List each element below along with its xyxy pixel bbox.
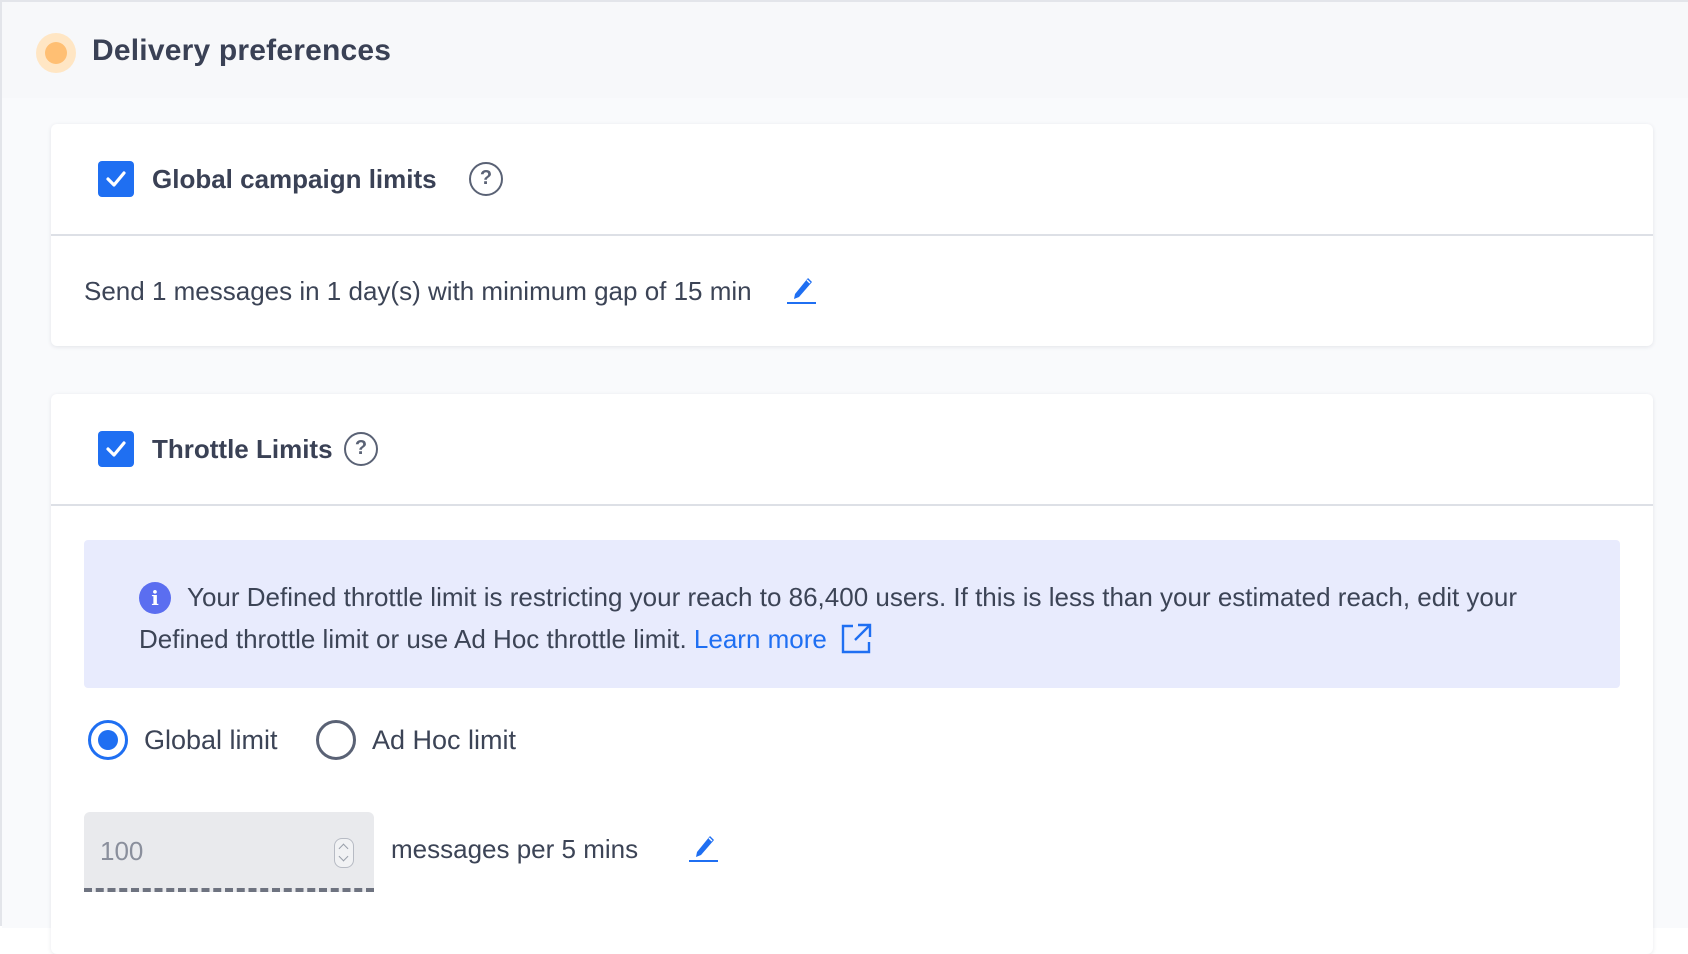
throttle-limits-checkbox[interactable]: [98, 431, 134, 467]
external-link-icon[interactable]: [839, 622, 873, 656]
pencil-icon[interactable]: [786, 272, 818, 306]
status-dot-icon: [36, 33, 76, 73]
delivery-preferences-panel: Delivery preferences Global campaign lim…: [0, 0, 1688, 954]
global-limit-label[interactable]: Global limit: [144, 725, 278, 756]
number-stepper-icon[interactable]: [334, 838, 354, 868]
learn-more-link[interactable]: Learn more: [694, 624, 827, 654]
throttle-limit-input[interactable]: 100: [84, 812, 374, 892]
global-campaign-limits-card: Global campaign limits ? Send 1 messages…: [51, 124, 1653, 346]
checkmark-icon: [106, 441, 126, 457]
card-title: Throttle Limits: [152, 434, 333, 464]
card-title: Global campaign limits: [152, 164, 437, 194]
throttle-limit-value: 100: [100, 836, 144, 866]
global-limit-summary: Send 1 messages in 1 day(s) with minimum…: [84, 276, 752, 306]
throttle-limit-unit: messages per 5 mins: [391, 834, 639, 864]
info-message: Your Defined throttle limit is restricti…: [139, 576, 1579, 660]
help-icon[interactable]: ?: [344, 432, 378, 466]
card-header: Throttle Limits ?: [51, 394, 1653, 506]
panel-title: Delivery preferences: [92, 34, 392, 67]
ad-hoc-limit-radio[interactable]: [316, 720, 356, 760]
card-header: Global campaign limits ?: [51, 124, 1653, 236]
panel-header: Delivery preferences: [2, 2, 1688, 98]
throttle-limits-card: Throttle Limits ? i Your Defined throttl…: [51, 394, 1653, 954]
global-limits-checkbox[interactable]: [98, 161, 134, 197]
throttle-info-banner: i Your Defined throttle limit is restric…: [84, 540, 1620, 688]
checkmark-icon: [106, 171, 126, 187]
help-icon[interactable]: ?: [469, 162, 503, 196]
global-limit-radio[interactable]: [88, 720, 128, 760]
info-message-text: Your Defined throttle limit is restricti…: [139, 582, 1517, 654]
ad-hoc-limit-label[interactable]: Ad Hoc limit: [372, 725, 516, 756]
pencil-icon[interactable]: [688, 830, 720, 864]
